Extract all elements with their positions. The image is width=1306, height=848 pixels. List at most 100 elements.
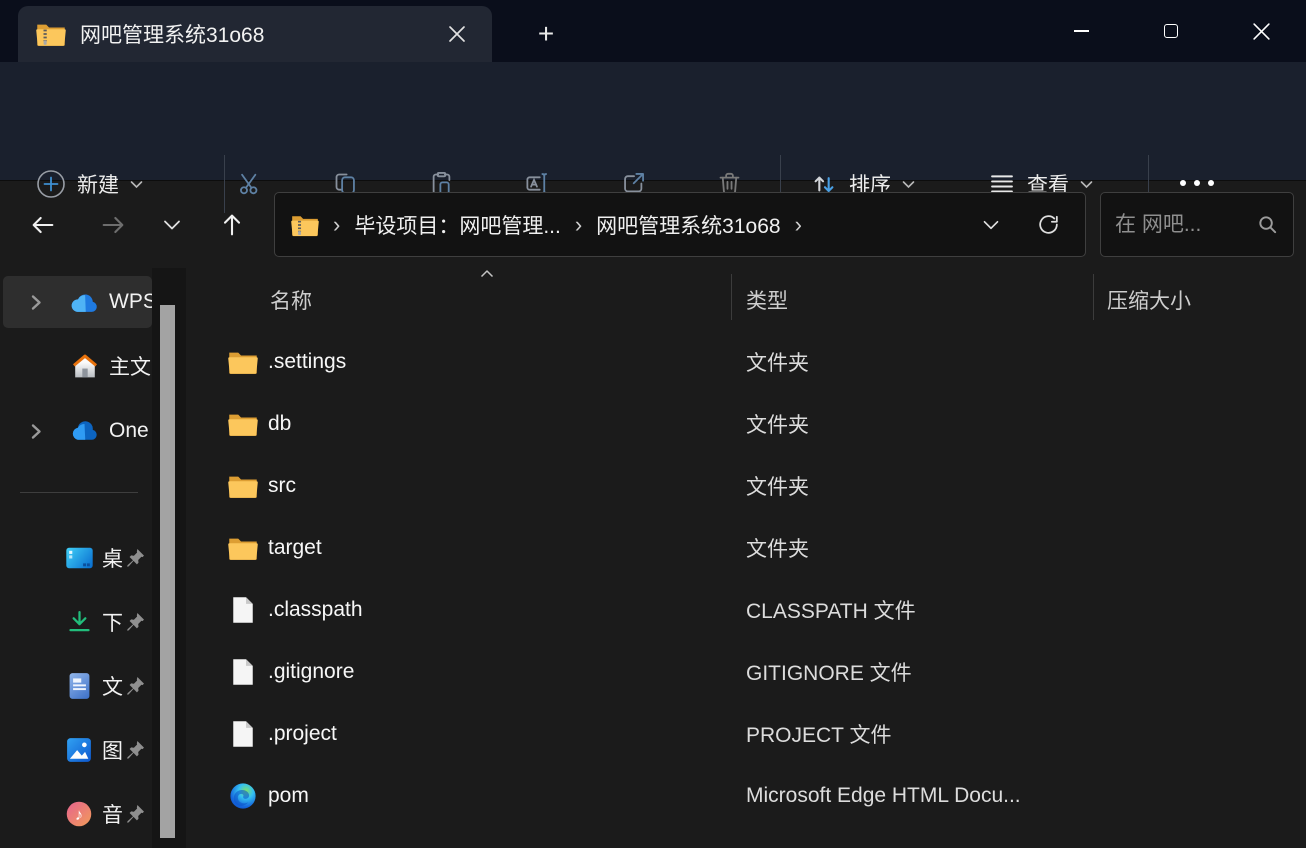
back-button[interactable] [21,203,65,247]
explorer-tab[interactable]: 网吧管理系统31o68 [18,6,492,62]
address-bar[interactable]: › 毕设项目：网吧管理... › 网吧管理系统31o68 › [274,192,1086,257]
arrow-right-icon [102,216,124,234]
file-row[interactable]: .classpath CLASSPATH 文件 [186,579,1306,641]
home-icon [70,353,100,379]
search-icon[interactable] [1256,213,1279,236]
file-row[interactable]: db 文件夹 [186,393,1306,455]
file-icon [228,596,258,624]
refresh-icon[interactable] [1036,212,1061,237]
desktop-icon [64,546,94,570]
chevron-down-icon [164,220,180,230]
sidebar-scrollbar[interactable] [160,305,175,838]
sort-ascending-icon [479,268,495,279]
sidebar-item-music[interactable]: ♪ 音 [3,788,152,840]
sidebar-item-home[interactable]: 主文 [3,340,152,392]
chevron-down-icon [902,180,915,188]
file-name: target [268,536,322,559]
folder-icon [228,536,258,561]
arrow-left-icon [32,216,54,234]
breadcrumb-parent[interactable]: 毕设项目：网吧管理... [354,210,561,240]
column-divider[interactable] [731,274,732,320]
file-name: .gitignore [268,660,355,683]
file-row[interactable]: .settings 文件夹 [186,331,1306,393]
sidebar-item-label: 图 [102,740,123,763]
file-row[interactable]: .project PROJECT 文件 [186,703,1306,765]
onedrive-cloud-icon [70,421,100,441]
column-divider[interactable] [1093,274,1094,320]
sidebar-item-documents[interactable]: 文 [3,660,152,712]
column-header-name[interactable]: 名称 [270,285,312,315]
file-type: Microsoft Edge HTML Docu... [746,784,1021,807]
pin-icon [124,675,146,697]
chevron-right-icon[interactable] [30,423,46,440]
minimize-icon [1073,30,1089,32]
pin-icon [124,803,146,825]
ellipsis-icon [1180,180,1214,186]
folder-icon [228,412,258,437]
up-button[interactable] [210,203,254,247]
close-icon [1252,22,1270,40]
new-tab-button[interactable]: + [527,15,565,53]
maximize-button[interactable] [1126,3,1216,59]
file-type: PROJECT 文件 [746,724,892,747]
file-row[interactable]: pom Microsoft Edge HTML Docu... [186,765,1306,827]
search-box[interactable] [1100,192,1294,257]
file-name: .settings [268,350,347,373]
chevron-right-icon[interactable] [30,294,46,311]
folder-icon [228,350,258,375]
file-explorer-window: 网吧管理系统31o68 + 新建 排序 查看 › 毕设项目：网吧管理... › … [0,0,1306,848]
minimize-button[interactable] [1036,3,1126,59]
file-type: 文件夹 [746,476,809,499]
column-header-type[interactable]: 类型 [746,285,788,315]
pin-icon [124,739,146,761]
breadcrumb-separator: › [333,211,341,237]
search-input[interactable] [1115,212,1248,237]
forward-button[interactable] [91,203,135,247]
breadcrumb-separator: › [794,211,802,237]
address-bar-actions [982,212,1069,237]
address-dropdown-icon[interactable] [982,219,1000,231]
svg-text:♪: ♪ [75,806,83,824]
document-icon [64,672,94,700]
file-name: .classpath [268,598,363,621]
close-button[interactable] [1216,3,1306,59]
scissors-icon [239,173,257,194]
new-button[interactable]: 新建 [36,159,143,209]
breadcrumb-current[interactable]: 网吧管理系统31o68 [596,210,780,240]
recent-locations-button[interactable] [150,203,194,247]
sidebar-item-pictures[interactable]: 图 [3,724,152,776]
window-controls [1036,0,1306,62]
chevron-down-icon [1080,180,1093,188]
chevron-down-icon [130,180,143,188]
folder-icon [228,474,258,499]
title-bar: 网吧管理系统31o68 + [0,0,1306,62]
edge-browser-icon [228,782,258,810]
tab-close-icon[interactable] [440,17,474,51]
file-name: db [268,412,292,435]
new-label: 新建 [77,174,119,197]
sidebar-item-wps[interactable]: WPS [3,276,152,328]
sidebar-item-label: 主文 [109,356,151,379]
file-type: 文件夹 [746,352,809,375]
sidebar-item-label: 音 [102,804,123,827]
sidebar-separator [20,492,138,493]
pin-icon [124,547,146,569]
sidebar-item-desktop[interactable]: 桌 [3,532,152,584]
column-header-size[interactable]: 压缩大小 [1107,285,1191,315]
file-name: pom [268,784,309,807]
sidebar-item-label: 文 [102,676,123,699]
file-row[interactable]: .gitignore GITIGNORE 文件 [186,641,1306,703]
pictures-icon [64,736,94,764]
sidebar-item-onedrive[interactable]: One [3,405,152,457]
file-icon [228,658,258,686]
sidebar-item-label: 桌 [102,548,123,571]
file-type: CLASSPATH 文件 [746,600,916,623]
file-row[interactable]: target 文件夹 [186,517,1306,579]
file-icon [228,720,258,748]
file-type: GITIGNORE 文件 [746,662,912,685]
breadcrumb-separator: › [574,211,583,237]
cut-button[interactable] [228,161,272,205]
file-row[interactable]: src 文件夹 [186,455,1306,517]
sidebar-item-downloads[interactable]: 下 [3,596,152,648]
pin-icon [124,611,146,633]
